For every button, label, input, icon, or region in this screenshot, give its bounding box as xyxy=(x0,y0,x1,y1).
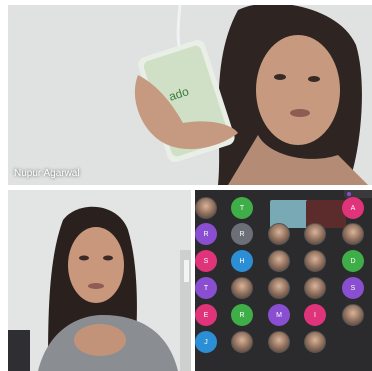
gallery-avatar-photo[interactable] xyxy=(268,331,290,353)
active-speaker-video[interactable]: ado Nupur Agarwal xyxy=(8,5,372,185)
gallery-avatar-photo[interactable] xyxy=(304,331,326,353)
participant-video-frame xyxy=(8,190,191,371)
gallery-avatar-photo[interactable] xyxy=(304,250,326,272)
participant-gallery[interactable]: TARRSHDTSERMIJ xyxy=(195,190,372,371)
gallery-avatar-photo[interactable] xyxy=(231,331,253,353)
gallery-avatar-photo[interactable] xyxy=(268,277,290,299)
participant-video[interactable] xyxy=(8,190,191,371)
gallery-avatar-initial[interactable]: I xyxy=(304,304,326,326)
gallery-avatar-initial[interactable]: A xyxy=(342,197,364,219)
gallery-avatar-initial[interactable]: S xyxy=(195,250,217,272)
gallery-avatar-initial[interactable]: E xyxy=(195,304,217,326)
gallery-avatar-photo[interactable] xyxy=(268,223,290,245)
gallery-avatar-photo[interactable] xyxy=(304,223,326,245)
speaker-video-frame: ado xyxy=(8,5,372,185)
gallery-avatar-photo[interactable] xyxy=(195,197,217,219)
gallery-avatar-initial[interactable]: T xyxy=(231,197,253,219)
gallery-avatar-initial[interactable]: D xyxy=(342,250,364,272)
gallery-avatar-photo[interactable] xyxy=(304,277,326,299)
gallery-avatar-initial[interactable]: R xyxy=(231,223,253,245)
gallery-avatar-photo[interactable] xyxy=(231,277,253,299)
gallery-avatar-initial[interactable]: S xyxy=(342,277,364,299)
gallery-avatar-initial[interactable]: H xyxy=(231,250,253,272)
gallery-avatar-initial[interactable]: T xyxy=(195,277,217,299)
participant-name-label: Nupur Agarwal xyxy=(14,168,80,179)
gallery-avatar-initial[interactable]: R xyxy=(231,304,253,326)
gallery-avatar-photo[interactable] xyxy=(342,223,364,245)
gallery-avatar-photo[interactable] xyxy=(268,250,290,272)
gallery-avatar-photo[interactable] xyxy=(342,304,364,326)
gallery-avatar-initial[interactable]: J xyxy=(195,331,217,353)
gallery-avatar-initial[interactable]: R xyxy=(195,223,217,245)
gallery-avatar-initial[interactable]: M xyxy=(268,304,290,326)
